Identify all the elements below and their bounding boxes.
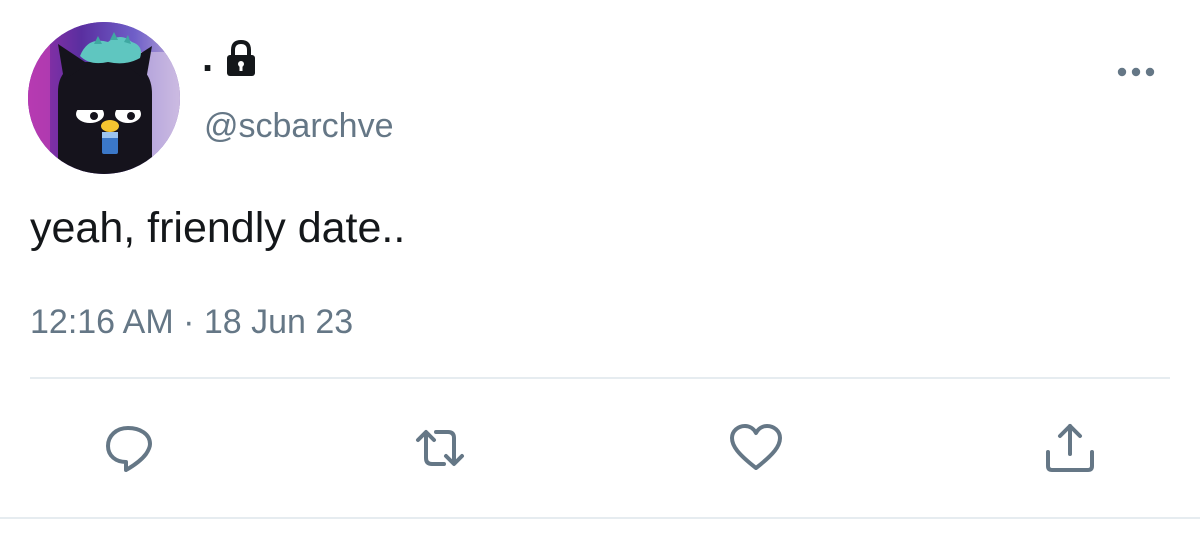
divider [0, 517, 1200, 519]
divider [30, 377, 1170, 379]
heart-icon [730, 424, 782, 470]
retweet-button[interactable] [412, 420, 468, 476]
more-horizontal-icon[interactable] [1112, 54, 1160, 90]
share-button[interactable] [1042, 420, 1098, 476]
display-name[interactable]: . [202, 38, 213, 78]
retweet-icon [416, 430, 464, 466]
avatar[interactable] [28, 22, 180, 174]
tweet-timestamp[interactable]: 12:16 AM · 18 Jun 23 [30, 300, 353, 344]
share-icon [1046, 424, 1094, 472]
tweet-text: yeah, friendly date.. [30, 204, 406, 252]
avatar-image [28, 22, 180, 174]
like-button[interactable] [728, 420, 784, 476]
name-row: . [202, 36, 261, 80]
user-handle[interactable]: @scbarchve [204, 104, 393, 148]
lock-icon [221, 38, 261, 78]
tweet-card: . @scbarchve yeah, friendly date.. 12:16… [0, 0, 1200, 536]
reply-button[interactable] [100, 420, 156, 476]
reply-icon [106, 426, 152, 472]
